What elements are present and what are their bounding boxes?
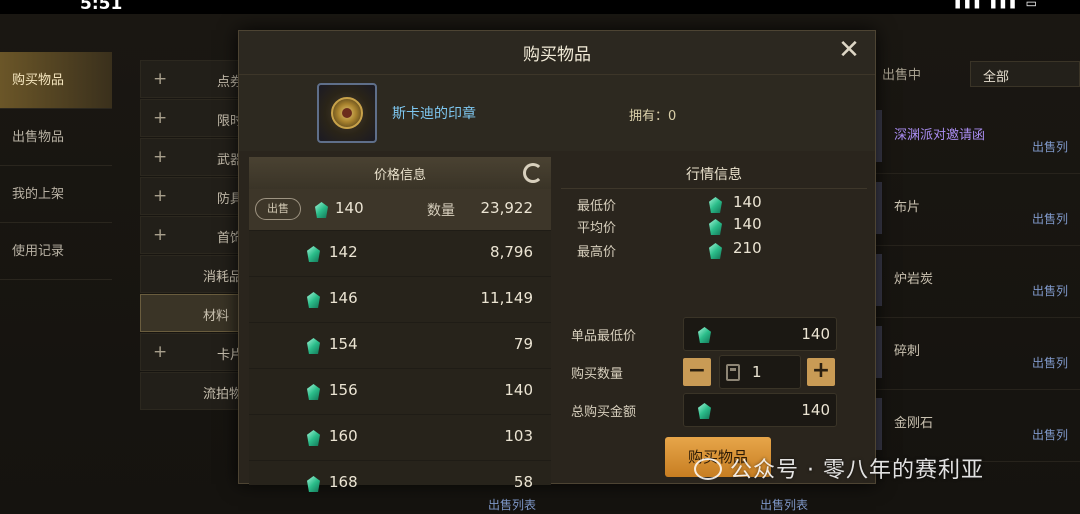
avg-price-label: 平均价 xyxy=(577,221,617,236)
price-row[interactable]: 168 58 xyxy=(249,461,551,507)
list-item[interactable]: 深渊派对邀请函 出售列 xyxy=(876,102,1080,174)
gem-currency-icon xyxy=(709,219,722,235)
status-bar: 5:51 ▮▮▮ ▮▮▮ ▭ xyxy=(0,0,1080,14)
row-price: 146 xyxy=(329,289,358,307)
buy-quantity-label: 购买数量 xyxy=(571,367,624,382)
nav-item-my-listings[interactable]: 我的上架 xyxy=(0,166,112,223)
row-price: 168 xyxy=(329,473,358,491)
price-row-selected[interactable]: 出售 140 数量 23,922 xyxy=(249,189,551,231)
row-quantity: 79 xyxy=(513,335,533,353)
qty-label: 数量 xyxy=(427,203,455,219)
signal-battery-icons: ▮▮▮ ▮▮▮ ▭ xyxy=(954,0,1040,10)
gem-currency-icon xyxy=(307,292,320,308)
gem-currency-icon xyxy=(307,246,320,262)
medal-icon xyxy=(331,97,363,129)
total-amount-field: 140 xyxy=(683,393,837,427)
quantity-input[interactable]: 1 xyxy=(719,355,801,389)
item-seal-icon xyxy=(317,83,377,143)
price-info-header: 价格信息 xyxy=(249,157,551,189)
gem-currency-icon xyxy=(307,338,320,354)
item-thumbnail xyxy=(876,254,882,306)
price-row[interactable]: 160 103 xyxy=(249,415,551,461)
list-item[interactable]: 炉岩炭 出售列 xyxy=(876,246,1080,318)
listing-list: 深渊派对邀请函 出售列 布片 出售列 炉岩炭 出售列 碎刺 出售列 金刚石 出售列 xyxy=(876,102,1080,462)
gem-currency-icon xyxy=(709,197,722,213)
row-quantity: 23,922 xyxy=(480,199,534,217)
price-info-panel: 价格信息 出售 140 数量 23,922 142 8,796 146 11,1… xyxy=(249,157,551,492)
decrease-quantity-button[interactable]: − xyxy=(683,358,711,386)
row-price: 142 xyxy=(329,243,358,261)
gem-currency-icon xyxy=(307,430,320,446)
status-clock: 5:51 xyxy=(80,0,123,14)
expand-plus-icon: + xyxy=(153,342,168,362)
row-price: 140 xyxy=(335,199,364,217)
item-thumbnail xyxy=(876,398,882,450)
calculator-icon[interactable] xyxy=(726,364,740,381)
dialog-header: 购买物品 ✕ xyxy=(239,31,875,75)
nav-item-buy[interactable]: 购买物品 xyxy=(0,52,112,109)
close-icon[interactable]: ✕ xyxy=(835,37,863,65)
row-quantity: 8,796 xyxy=(490,243,533,261)
row-price: 156 xyxy=(329,381,358,399)
item-thumbnail xyxy=(876,326,882,378)
item-thumbnail xyxy=(876,182,882,234)
gem-currency-icon xyxy=(307,476,320,492)
left-nav: 购买物品 出售物品 我的上架 使用记录 xyxy=(0,52,112,280)
filter-dropdown[interactable]: 全部 xyxy=(970,61,1080,87)
wechat-icon xyxy=(694,458,722,480)
min-price-label: 最低价 xyxy=(577,199,617,214)
item-name: 斯卡迪的印章 xyxy=(392,106,476,122)
expand-plus-icon: + xyxy=(153,186,168,206)
price-row[interactable]: 142 8,796 xyxy=(249,231,551,277)
row-quantity: 11,149 xyxy=(480,289,534,307)
expand-plus-icon: + xyxy=(153,225,168,245)
row-quantity: 58 xyxy=(513,473,533,491)
unit-min-price-label: 单品最低价 xyxy=(571,329,637,344)
item-thumbnail xyxy=(876,110,882,162)
gem-currency-icon xyxy=(307,384,320,400)
sell-list-link[interactable]: 出售列表 xyxy=(760,496,808,513)
owned-count: 拥有：0 xyxy=(629,109,677,124)
increase-quantity-button[interactable]: + xyxy=(807,358,835,386)
avg-price-value: 140 xyxy=(733,215,762,233)
nav-item-sell[interactable]: 出售物品 xyxy=(0,109,112,166)
gem-currency-icon xyxy=(315,202,328,218)
row-price: 154 xyxy=(329,335,358,353)
sell-tag: 出售 xyxy=(255,198,301,220)
market-info-header: 行情信息 xyxy=(561,157,867,189)
gem-currency-icon xyxy=(698,403,711,419)
market-info-panel: 行情信息 最低价 140 平均价 140 最高价 210 单品最低价 140 购… xyxy=(561,157,867,485)
refresh-icon[interactable] xyxy=(523,163,543,183)
expand-plus-icon: + xyxy=(153,147,168,167)
min-price-value: 140 xyxy=(733,193,762,211)
row-quantity: 103 xyxy=(504,427,533,445)
price-row[interactable]: 146 11,149 xyxy=(249,277,551,323)
row-price: 160 xyxy=(329,427,358,445)
price-row[interactable]: 154 79 xyxy=(249,323,551,369)
dialog-title: 购买物品 xyxy=(523,45,591,65)
price-row[interactable]: 156 140 xyxy=(249,369,551,415)
expand-plus-icon: + xyxy=(153,108,168,128)
row-quantity: 140 xyxy=(504,381,533,399)
unit-min-price-field: 140 xyxy=(683,317,837,351)
max-price-label: 最高价 xyxy=(577,245,617,260)
item-summary: 斯卡迪的印章 拥有：0 xyxy=(239,75,875,151)
total-amount-label: 总购买金额 xyxy=(571,405,637,420)
max-price-value: 210 xyxy=(733,239,762,257)
list-item[interactable]: 布片 出售列 xyxy=(876,174,1080,246)
expand-plus-icon: + xyxy=(153,69,168,89)
tab-on-sale[interactable]: 出售中 xyxy=(882,64,921,83)
list-item[interactable]: 碎刺 出售列 xyxy=(876,318,1080,390)
gem-currency-icon xyxy=(698,327,711,343)
buy-item-dialog: 购买物品 ✕ 斯卡迪的印章 拥有：0 价格信息 出售 140 数量 23,922… xyxy=(238,30,876,492)
gem-currency-icon xyxy=(709,243,722,259)
nav-item-history[interactable]: 使用记录 xyxy=(0,223,112,280)
watermark-text: 公众号 · 零八年的赛利亚 xyxy=(730,458,984,483)
